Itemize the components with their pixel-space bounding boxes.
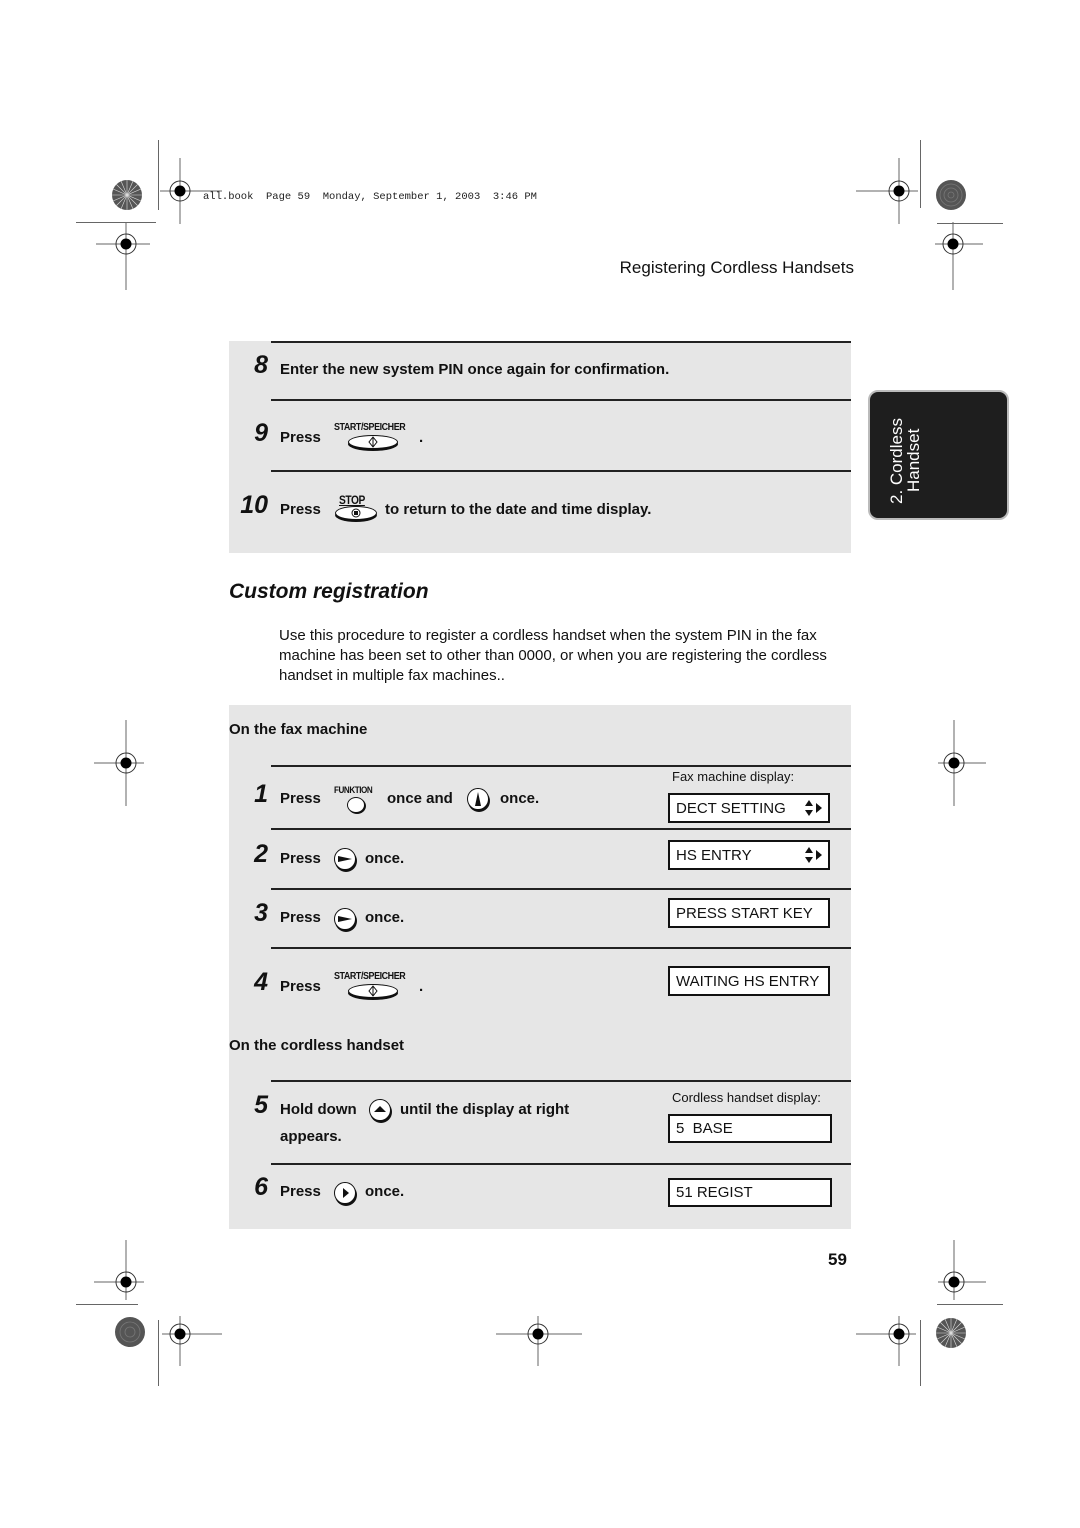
divider: [271, 828, 851, 830]
key-label: FUNKTION: [334, 785, 373, 796]
registration-mark-icon: [935, 222, 983, 290]
step-text-end: once.: [365, 1183, 405, 1200]
color-target-icon: [936, 1318, 966, 1348]
stop-symbol-icon: [351, 508, 361, 518]
step-number: 9: [254, 419, 268, 447]
handset-display: 5 BASE: [668, 1114, 832, 1143]
divider: [271, 1080, 851, 1082]
step-text-end: .: [419, 429, 424, 446]
step-text: Hold down: [280, 1101, 357, 1118]
step-text-line2: appears.: [280, 1128, 342, 1145]
registration-mark-icon: [938, 720, 986, 806]
registration-mark-icon: [856, 158, 918, 224]
right-arrow-button-icon: [334, 908, 356, 930]
step-text: Press: [280, 1183, 321, 1200]
registration-mark-icon: [162, 1316, 222, 1366]
fax-machine-heading: On the fax machine: [229, 721, 368, 738]
key-label: STOP: [339, 493, 365, 507]
handset-display: 51 REGIST: [668, 1178, 832, 1207]
fax-display-caption: Fax machine display:: [672, 769, 795, 784]
cordless-handset-heading: On the cordless handset: [229, 1037, 405, 1054]
chapter-tab-line2: Handset: [904, 428, 923, 492]
page-number: 59: [828, 1250, 847, 1269]
fax-display: PRESS START KEY: [668, 898, 830, 928]
start-symbol-icon: [368, 436, 378, 448]
step-text-end: once.: [365, 850, 405, 867]
handset-up-key-icon: [369, 1099, 391, 1121]
color-target-icon: [112, 180, 142, 210]
step-number: 1: [254, 780, 268, 808]
display-text: DECT SETTING: [676, 799, 786, 817]
registration-mark-icon: [496, 1316, 582, 1366]
step-number: 10: [240, 491, 268, 519]
step-text: Press: [280, 909, 321, 926]
display-text: PRESS START KEY: [676, 904, 813, 922]
step-number: 8: [254, 351, 268, 379]
chapter-tab-label: 2. Cordless Handset: [887, 418, 923, 504]
registration-mark-icon: [938, 1240, 986, 1300]
step-text-mid: once and: [387, 790, 453, 807]
step-number: 6: [254, 1173, 268, 1201]
crop-mark: [937, 1304, 1003, 1305]
section-heading: Custom registration: [229, 580, 429, 603]
step-text-end: .: [419, 978, 424, 995]
display-text: 5 BASE: [676, 1120, 733, 1137]
display-text: 51 REGIST: [676, 1184, 753, 1201]
chapter-tab-line1: 2. Cordless: [887, 418, 906, 504]
color-target-icon: [115, 1317, 145, 1347]
section-title: Registering Cordless Handsets: [619, 258, 854, 277]
step-text: Press: [280, 978, 321, 995]
divider: [271, 888, 851, 890]
start-symbol-icon: [368, 985, 378, 997]
registration-mark-icon: [856, 1316, 916, 1366]
step-number: 2: [254, 840, 268, 868]
divider: [271, 341, 851, 343]
step-text-end: once.: [500, 790, 540, 807]
key-label: START/SPEICHER: [334, 970, 406, 982]
step-text: Press: [280, 429, 321, 446]
registration-mark-icon: [94, 720, 144, 806]
divider: [271, 470, 851, 472]
step-text: Press: [280, 790, 321, 807]
divider: [271, 1163, 851, 1165]
up-down-right-arrows-icon: [805, 800, 822, 816]
step-text-end: once.: [365, 909, 405, 926]
handset-display-caption: Cordless handset display:: [672, 1090, 821, 1105]
step-text-end: until the display at right: [400, 1101, 570, 1118]
right-arrow-button-icon: [334, 848, 356, 870]
up-arrow-button-icon: [467, 788, 489, 810]
step-text: Press: [280, 850, 321, 867]
key-oval: [347, 797, 365, 813]
divider: [271, 947, 851, 949]
step-number: 5: [254, 1091, 268, 1119]
step-number: 4: [254, 968, 268, 996]
color-target-icon: [936, 180, 966, 210]
fax-display: WAITING HS ENTRY: [668, 966, 830, 996]
fax-display: DECT SETTING: [668, 793, 830, 823]
step-text: Enter the new system PIN once again for …: [280, 361, 670, 378]
crop-mark: [920, 1320, 921, 1386]
chapter-tab[interactable]: 2. Cordless Handset: [868, 390, 1009, 520]
key-label: START/SPEICHER: [334, 421, 406, 433]
crop-mark: [920, 140, 921, 208]
divider: [271, 399, 851, 401]
display-text: WAITING HS ENTRY: [676, 972, 820, 990]
registration-mark-icon: [96, 222, 150, 290]
divider: [271, 765, 851, 767]
file-header: all.book Page 59 Monday, September 1, 20…: [203, 191, 537, 203]
crop-mark: [76, 1304, 138, 1305]
up-down-right-arrows-icon: [805, 847, 822, 863]
intro-paragraph: Use this procedure to register a cordles…: [279, 627, 827, 684]
handset-right-key-icon: [334, 1182, 356, 1204]
step-text: Press: [280, 501, 321, 518]
fax-display: HS ENTRY: [668, 840, 830, 870]
step-number: 3: [254, 899, 268, 927]
step-text-end: to return to the date and time display.: [385, 501, 652, 518]
registration-mark-icon: [94, 1240, 144, 1300]
display-text: HS ENTRY: [676, 846, 752, 864]
